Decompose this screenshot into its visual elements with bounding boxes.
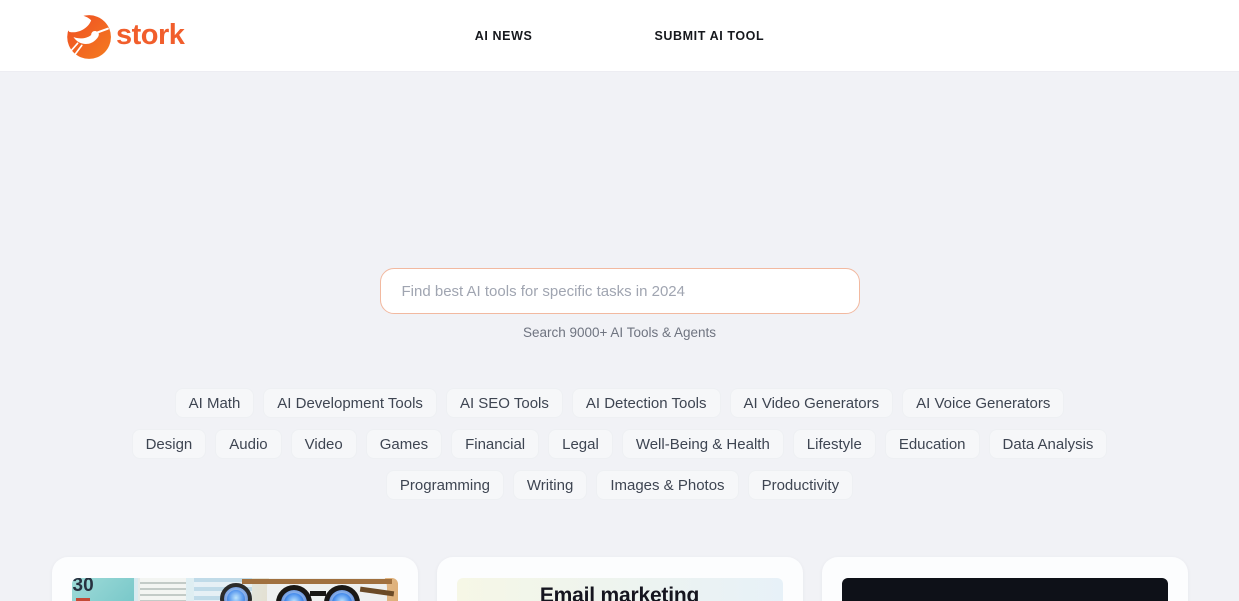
category-pill-design[interactable]: Design — [131, 429, 207, 459]
category-row-1: AI Math AI Development Tools AI SEO Tools A… — [0, 388, 1239, 418]
category-pill-education[interactable]: Education — [884, 429, 980, 459]
category-pill-ai-detection-tools[interactable]: AI Detection Tools — [571, 388, 721, 418]
category-pill-ai-seo-tools[interactable]: AI SEO Tools — [445, 388, 563, 418]
category-pills: AI Math AI Development Tools AI SEO Tools A… — [0, 388, 1239, 500]
card-email-marketing[interactable]: Email marketing — [436, 557, 803, 601]
banner-title: Email marketing — [539, 584, 700, 601]
stork-logo-icon — [65, 14, 111, 59]
category-pill-well-being-health[interactable]: Well-Being & Health — [621, 429, 784, 459]
nav-submit-ai-tool[interactable]: SUBMIT AI TOOL — [654, 29, 764, 43]
main-nav: AI NEWS SUBMIT AI TOOL — [475, 0, 764, 72]
stork-logo[interactable]: stork — [62, 11, 185, 61]
category-pill-lifestyle[interactable]: Lifestyle — [792, 429, 876, 459]
nav-ai-news[interactable]: AI NEWS — [475, 29, 533, 43]
category-pill-games[interactable]: Games — [365, 429, 443, 459]
category-pill-financial[interactable]: Financial — [451, 429, 540, 459]
header: stork AI NEWS SUBMIT AI TOOL — [0, 0, 1239, 72]
glasses-bridge — [309, 591, 326, 596]
search-input[interactable] — [379, 268, 860, 314]
category-pill-data-analysis[interactable]: Data Analysis — [988, 429, 1108, 459]
category-pill-ai-video-generators[interactable]: AI Video Generators — [729, 388, 894, 418]
category-pill-video[interactable]: Video — [290, 429, 357, 459]
dark-image — [841, 578, 1168, 601]
featured-cards: 30 Email marketing — [0, 557, 1239, 601]
category-row-2: Design Audio Video Games Financial Legal Well-… — [0, 429, 1239, 459]
card-dark[interactable] — [821, 557, 1188, 601]
category-pill-productivity[interactable]: Productivity — [747, 470, 854, 500]
hero-section: Search 9000+ AI Tools & Agents — [0, 72, 1239, 340]
category-pill-ai-voice-generators[interactable]: AI Voice Generators — [902, 388, 1065, 418]
category-pill-images-photos[interactable]: Images & Photos — [596, 470, 739, 500]
document-graphic — [137, 578, 186, 601]
category-pill-writing[interactable]: Writing — [512, 470, 588, 500]
category-pill-audio[interactable]: Audio — [215, 429, 282, 459]
glasses-strap — [241, 579, 392, 584]
category-pill-ai-math[interactable]: AI Math — [174, 388, 255, 418]
search-subtitle: Search 9000+ AI Tools & Agents — [522, 325, 716, 340]
chart-number: 30 — [72, 578, 94, 596]
category-pill-programming[interactable]: Programming — [385, 470, 504, 500]
category-row-3: Programming Writing Images & Photos Product… — [0, 470, 1239, 500]
category-pill-legal[interactable]: Legal — [548, 429, 613, 459]
email-marketing-banner: Email marketing — [456, 578, 783, 601]
category-pill-ai-development-tools[interactable]: AI Development Tools — [263, 388, 437, 418]
robot-analytics-image: 30 — [71, 578, 398, 601]
logo-text: stork — [116, 19, 185, 51]
card-robot-illustration[interactable]: 30 — [51, 557, 418, 601]
chart-panel: 30 — [71, 578, 134, 601]
